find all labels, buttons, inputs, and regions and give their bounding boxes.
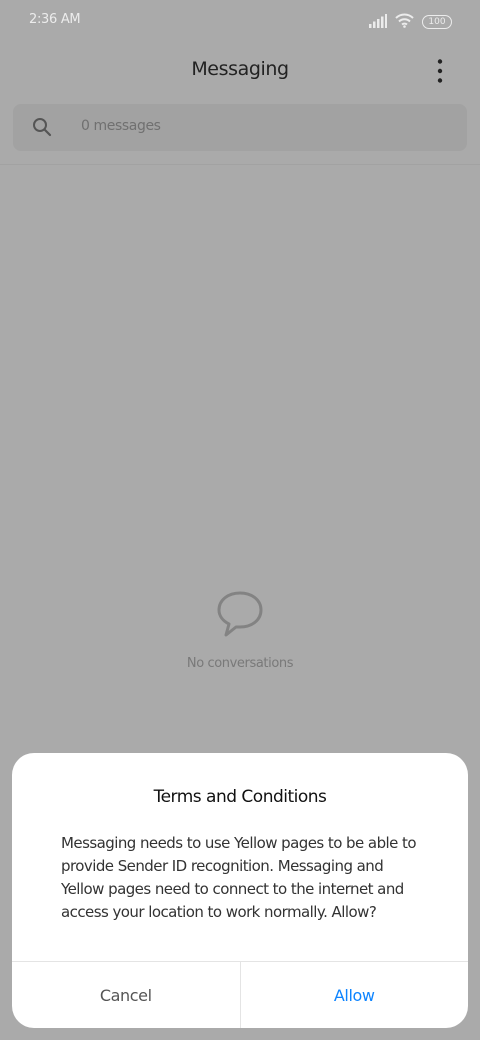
status-icons: 100 (369, 12, 452, 32)
dialog-buttons: Cancel Allow (12, 961, 468, 1028)
dialog-title: Terms and Conditions (153, 787, 327, 807)
battery-icon: 100 (422, 15, 452, 29)
status-bar: 2:36 AM 100 (0, 0, 480, 44)
terms-dialog: Terms and Conditions Messaging needs to … (12, 753, 468, 1028)
empty-state-text: No conversations (186, 656, 294, 671)
allow-button[interactable]: Allow (241, 962, 469, 1028)
wifi-icon (395, 13, 414, 32)
search-bar[interactable]: 0 messages (13, 104, 467, 151)
chat-bubble-icon (216, 590, 264, 642)
more-options-button[interactable] (428, 58, 452, 84)
header-divider (0, 164, 480, 165)
signal-icon (369, 13, 387, 32)
search-placeholder: 0 messages (81, 118, 161, 134)
page-title: Messaging (191, 58, 289, 80)
search-icon (32, 117, 52, 141)
more-vertical-icon (437, 59, 443, 83)
status-time: 2:36 AM (29, 12, 81, 27)
cancel-button[interactable]: Cancel (12, 962, 241, 1028)
app-header: Messaging (0, 44, 480, 98)
dialog-message: Messaging needs to use Yellow pages to b… (61, 834, 417, 921)
